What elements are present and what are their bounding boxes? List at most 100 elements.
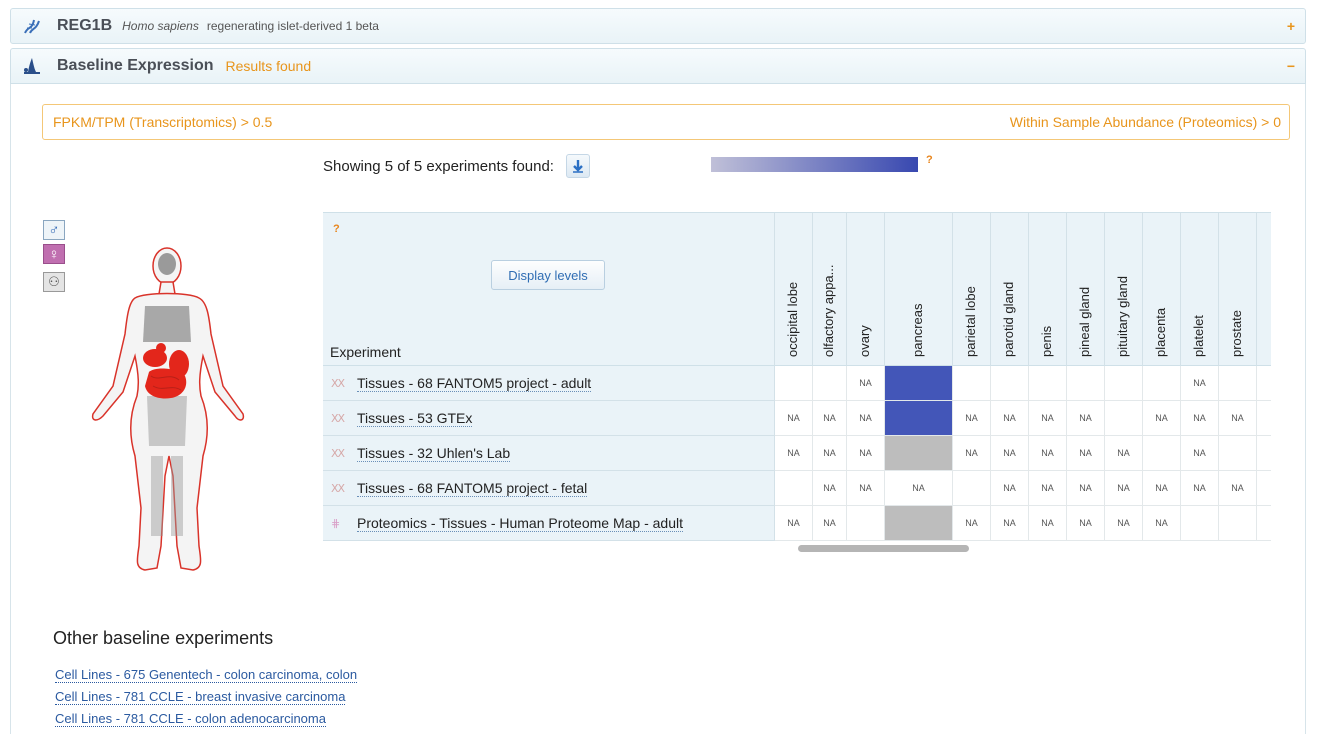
baseline-panel-header[interactable]: Baseline Expression Results found −: [10, 48, 1306, 84]
heatmap-cell[interactable]: [813, 366, 847, 401]
transcriptomics-cutoff[interactable]: FPKM/TPM (Transcriptomics) > 0.5: [53, 114, 272, 130]
expand-toggle[interactable]: +: [1287, 18, 1295, 34]
column-header-tissue[interactable]: platelet: [1181, 213, 1219, 366]
heatmap-cell[interactable]: NA: [775, 436, 813, 471]
column-header-tissue[interactable]: r: [1257, 213, 1271, 366]
experiment-row-label[interactable]: ⅩⅩ Tissues - 53 GTEx: [323, 401, 775, 436]
heatmap-cell[interactable]: NA: [1029, 471, 1067, 506]
heatmap-cell[interactable]: NA: [953, 436, 991, 471]
heatmap-cell[interactable]: [847, 506, 885, 541]
experiment-row-label[interactable]: ⅩⅩ Tissues - 32 Uhlen's Lab: [323, 436, 775, 471]
heatmap-cell[interactable]: [1029, 366, 1067, 401]
heatmap-cell[interactable]: N: [1257, 506, 1271, 541]
heatmap-cell[interactable]: [1219, 506, 1257, 541]
heatmap-cell[interactable]: [885, 366, 953, 401]
heatmap-cell[interactable]: [885, 436, 953, 471]
heatmap-cell[interactable]: [1181, 506, 1219, 541]
heatmap-cell[interactable]: [991, 366, 1029, 401]
heatmap-cell[interactable]: NA: [1143, 471, 1181, 506]
heatmap-cell[interactable]: NA: [775, 401, 813, 436]
heatmap-cell[interactable]: NA: [1029, 401, 1067, 436]
heatmap-cell[interactable]: [1105, 401, 1143, 436]
other-experiment-link[interactable]: Cell Lines - 781 CCLE - breast invasive …: [55, 689, 346, 705]
heatmap-cell[interactable]: NA: [847, 436, 885, 471]
heatmap-cell[interactable]: N: [1257, 471, 1271, 506]
heatmap-cell[interactable]: NA: [775, 506, 813, 541]
heatmap-cell[interactable]: NA: [953, 506, 991, 541]
heatmap-cell[interactable]: N: [1257, 436, 1271, 471]
column-header-tissue[interactable]: penis: [1029, 213, 1067, 366]
experiment-row-label[interactable]: ⋕ Proteomics - Tissues - Human Proteome M…: [323, 506, 775, 541]
heatmap-cell[interactable]: [775, 366, 813, 401]
column-header-tissue[interactable]: pituitary gland: [1105, 213, 1143, 366]
heatmap-cell[interactable]: NA: [991, 436, 1029, 471]
experiment-row-label[interactable]: ⅩⅩ Tissues - 68 FANTOM5 project - fetal: [323, 471, 775, 506]
female-anatomogram[interactable]: [75, 246, 260, 581]
column-header-tissue[interactable]: parotid gland: [991, 213, 1029, 366]
experiment-link[interactable]: Tissues - 68 FANTOM5 project - adult: [357, 375, 592, 392]
heatmap-horizontal-scrollbar[interactable]: [798, 545, 969, 552]
heatmap-cell[interactable]: NA: [1067, 506, 1105, 541]
heatmap-cell[interactable]: [1257, 401, 1271, 436]
legend-help-icon[interactable]: ?: [926, 154, 933, 166]
heatmap-cell[interactable]: [1219, 366, 1257, 401]
column-header-tissue[interactable]: olfactory appa...: [813, 213, 847, 366]
column-header-tissue[interactable]: occipital lobe: [775, 213, 813, 366]
heatmap-cell[interactable]: NA: [1181, 401, 1219, 436]
column-header-tissue[interactable]: pineal gland: [1067, 213, 1105, 366]
heatmap-cell[interactable]: NA: [1067, 401, 1105, 436]
proteomics-cutoff[interactable]: Within Sample Abundance (Proteomics) > 0: [1010, 114, 1281, 130]
heatmap-cell[interactable]: NA: [1143, 506, 1181, 541]
column-header-tissue[interactable]: ovary: [847, 213, 885, 366]
heatmap-cell[interactable]: NA: [1143, 401, 1181, 436]
column-header-tissue[interactable]: prostate: [1219, 213, 1257, 366]
heatmap-cell[interactable]: NA: [885, 471, 953, 506]
heatmap-cell[interactable]: N: [1257, 366, 1271, 401]
heatmap-cell[interactable]: [1219, 436, 1257, 471]
heatmap-cell[interactable]: NA: [1219, 401, 1257, 436]
heatmap-cell[interactable]: NA: [1029, 436, 1067, 471]
heatmap-cell[interactable]: NA: [813, 401, 847, 436]
male-anatomogram-button[interactable]: ♂: [43, 220, 65, 240]
column-header-tissue[interactable]: placenta: [1143, 213, 1181, 366]
heatmap-cell[interactable]: [1143, 366, 1181, 401]
heatmap-cell[interactable]: [885, 401, 953, 436]
heatmap-cell[interactable]: [1143, 436, 1181, 471]
heatmap-cell[interactable]: [775, 471, 813, 506]
experiment-row-label[interactable]: ⅩⅩ Tissues - 68 FANTOM5 project - adult: [323, 366, 775, 401]
column-header-tissue[interactable]: parietal lobe: [953, 213, 991, 366]
heatmap-cell[interactable]: NA: [813, 436, 847, 471]
heatmap-cell[interactable]: NA: [1105, 436, 1143, 471]
heatmap-cell[interactable]: NA: [1105, 471, 1143, 506]
collapse-toggle[interactable]: −: [1287, 58, 1295, 74]
other-experiment-link[interactable]: Cell Lines - 781 CCLE - colon adenocarci…: [55, 711, 326, 727]
heatmap-cell[interactable]: NA: [1181, 366, 1219, 401]
brain-anatomogram-button[interactable]: ⚇: [43, 272, 65, 292]
heatmap-cell[interactable]: NA: [991, 401, 1029, 436]
gene-panel-header[interactable]: REG1B Homo sapiens regenerating islet-de…: [10, 8, 1306, 44]
heatmap-cell[interactable]: NA: [953, 401, 991, 436]
heatmap-cell[interactable]: [1067, 366, 1105, 401]
heatmap-cell[interactable]: NA: [813, 506, 847, 541]
heatmap-cell[interactable]: [953, 471, 991, 506]
experiment-link[interactable]: Tissues - 68 FANTOM5 project - fetal: [357, 480, 588, 497]
heatmap-cell[interactable]: NA: [1067, 471, 1105, 506]
heatmap-cell[interactable]: NA: [1067, 436, 1105, 471]
heatmap-cell[interactable]: NA: [991, 506, 1029, 541]
download-button[interactable]: [565, 154, 590, 178]
display-levels-button[interactable]: Display levels: [491, 260, 605, 290]
heatmap-cell[interactable]: NA: [813, 471, 847, 506]
heatmap-cell[interactable]: NA: [1181, 436, 1219, 471]
experiment-link[interactable]: Tissues - 53 GTEx: [357, 410, 473, 427]
female-anatomogram-button[interactable]: ♀: [43, 244, 65, 264]
heatmap-cell[interactable]: NA: [1219, 471, 1257, 506]
experiment-link[interactable]: Proteomics - Tissues - Human Proteome Ma…: [357, 515, 684, 532]
heatmap-cell[interactable]: NA: [847, 366, 885, 401]
heatmap-help-icon[interactable]: ?: [333, 223, 340, 235]
column-header-tissue[interactable]: pancreas: [885, 213, 953, 366]
heatmap-cell[interactable]: NA: [847, 401, 885, 436]
experiment-link[interactable]: Tissues - 32 Uhlen's Lab: [357, 445, 511, 462]
heatmap-cell[interactable]: NA: [847, 471, 885, 506]
heatmap-cell[interactable]: NA: [1029, 506, 1067, 541]
heatmap-cell[interactable]: NA: [1181, 471, 1219, 506]
